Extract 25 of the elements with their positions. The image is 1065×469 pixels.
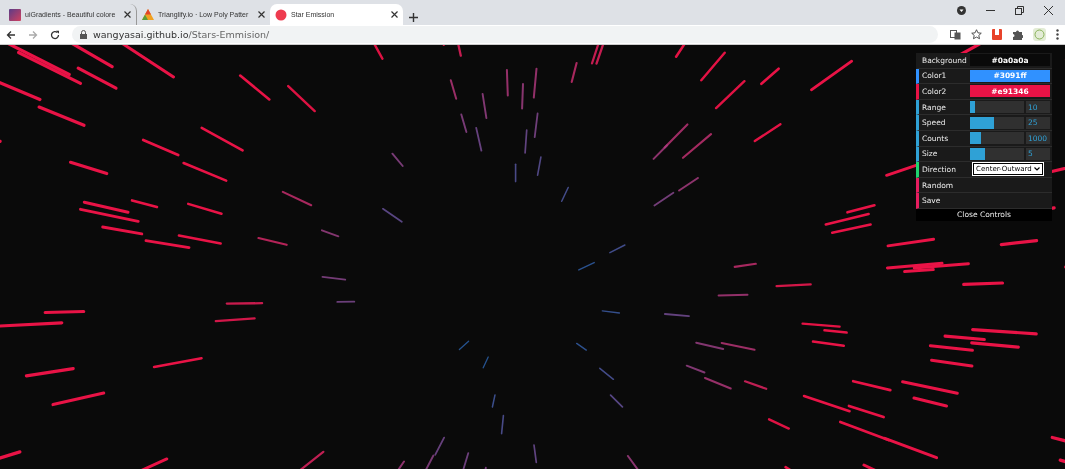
restore-icon[interactable] — [1015, 6, 1024, 15]
close-window-icon[interactable] — [1044, 6, 1053, 15]
close-tab-icon[interactable] — [124, 11, 131, 18]
address-bar[interactable]: wangyasai.github.io/Stars-Emmision/ — [72, 26, 938, 43]
slider-track[interactable] — [970, 101, 1024, 114]
new-tab-icon[interactable] — [409, 13, 418, 22]
more-menu-icon[interactable] — [1056, 29, 1059, 40]
slider-track[interactable] — [970, 132, 1024, 145]
close-tab-icon[interactable] — [258, 11, 265, 18]
translate-icon[interactable] — [950, 29, 961, 40]
lock-icon — [80, 30, 87, 39]
chevron-down-icon — [1033, 167, 1040, 172]
slider-track[interactable] — [970, 116, 1024, 129]
back-arrow-icon[interactable] — [6, 29, 16, 40]
star-icon[interactable] — [971, 29, 982, 40]
puzzle-icon[interactable] — [1012, 29, 1023, 40]
minimize-icon[interactable] — [986, 9, 995, 12]
slider-track[interactable] — [970, 147, 1024, 160]
gradient-square-icon — [9, 8, 21, 21]
triangle-icon — [142, 9, 154, 20]
reload-icon[interactable] — [50, 29, 60, 40]
profile-dropdown-icon[interactable] — [957, 6, 966, 15]
close-tab-icon[interactable] — [391, 11, 398, 18]
circle-icon — [275, 8, 287, 21]
bookmark-extension-icon[interactable] — [992, 29, 1002, 40]
